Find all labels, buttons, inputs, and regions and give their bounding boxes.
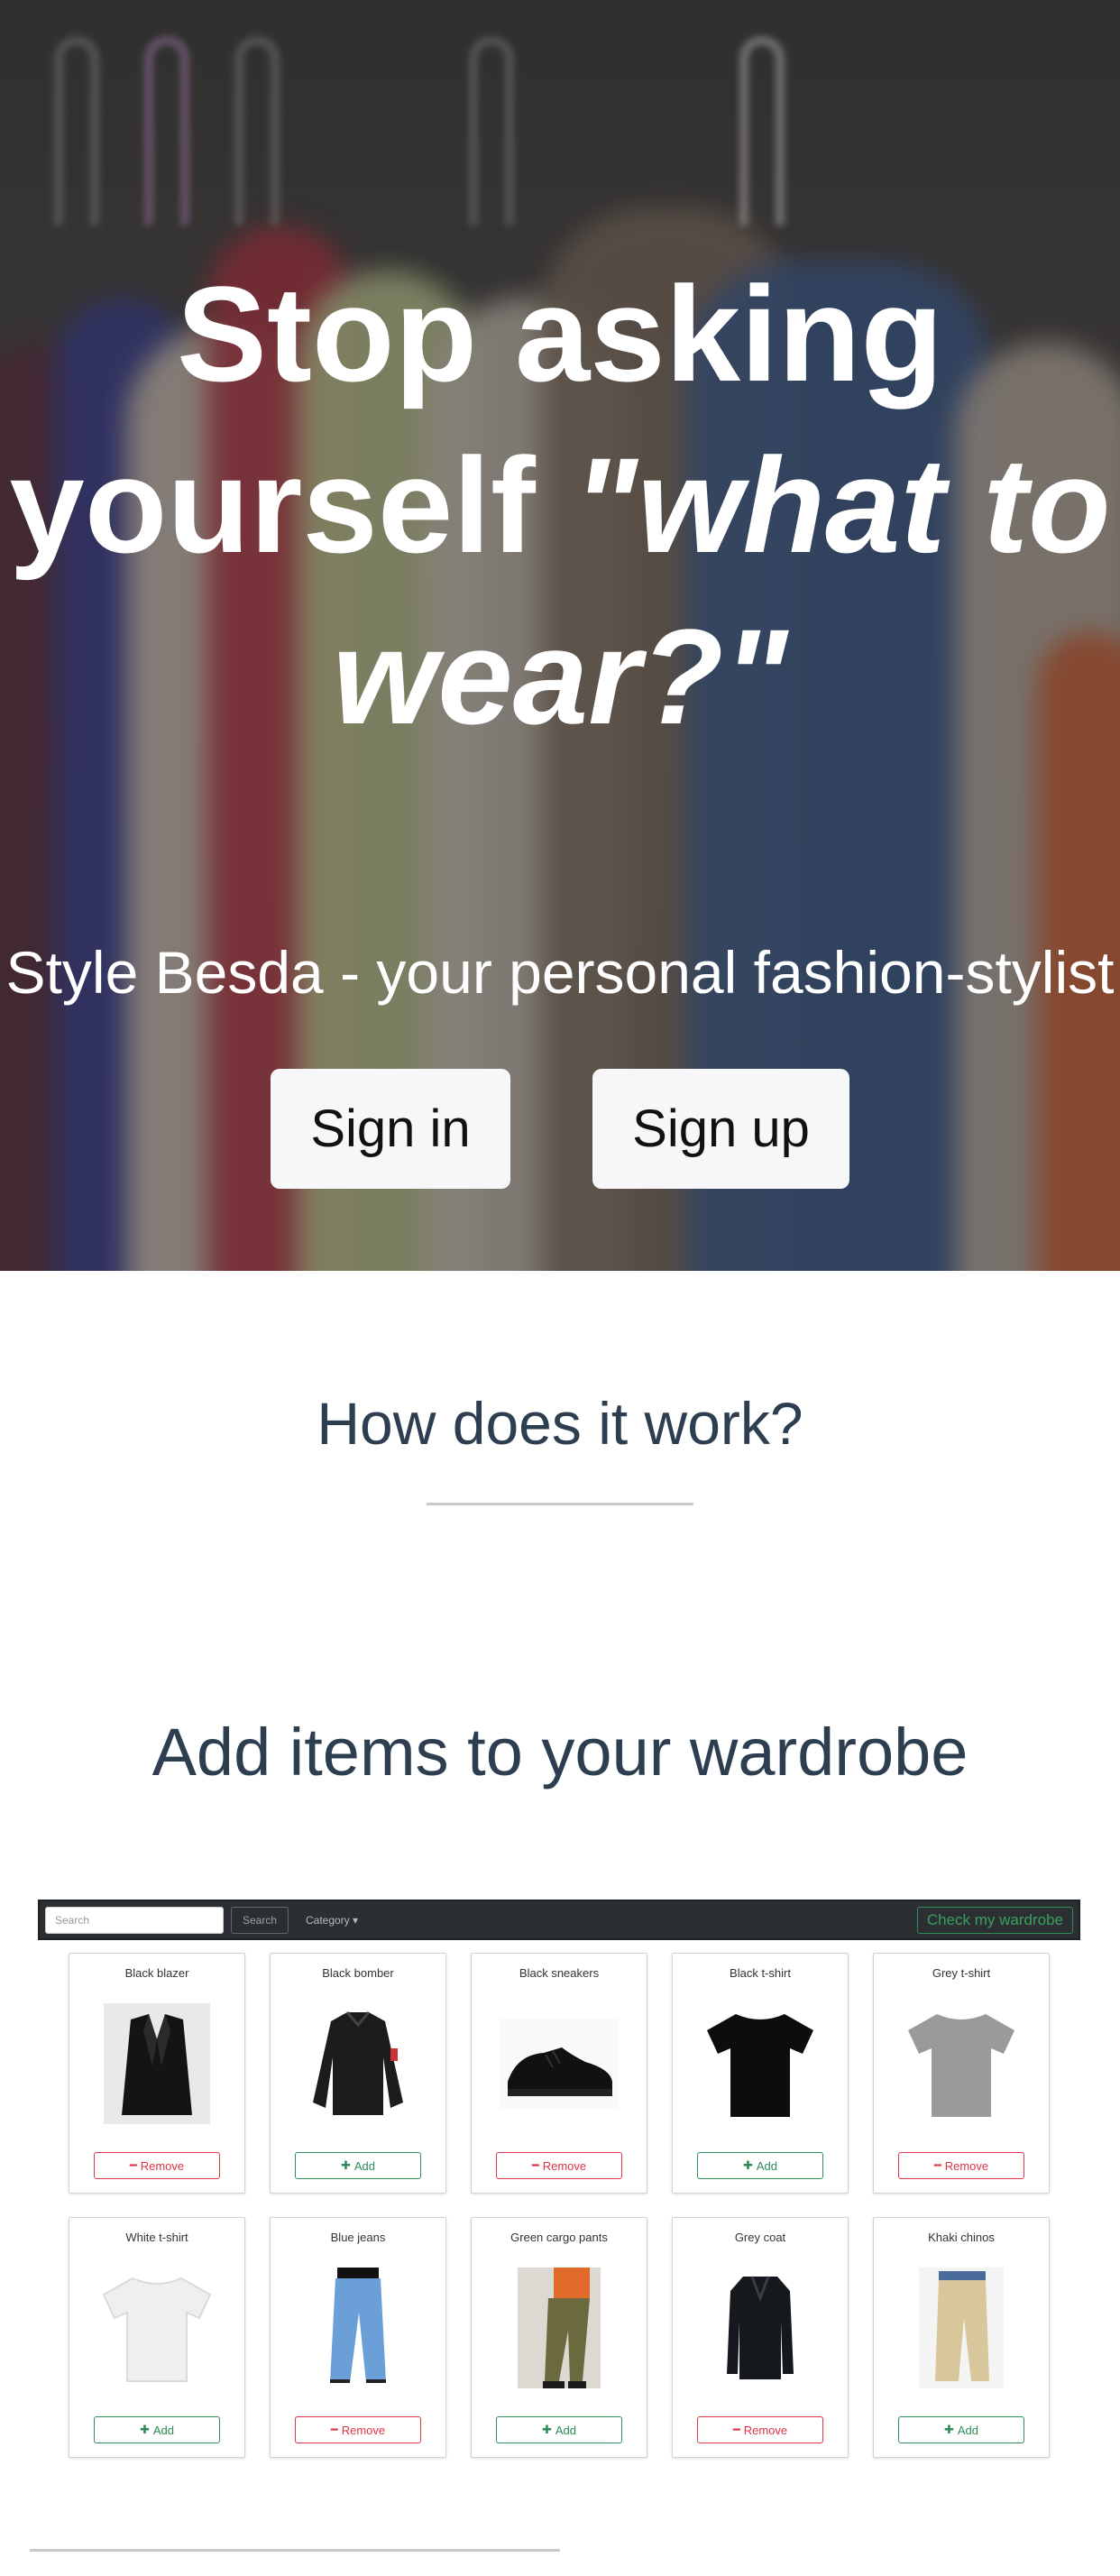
plus-icon: ✚ <box>139 2423 150 2436</box>
item-image <box>700 2268 821 2388</box>
divider <box>427 1503 693 1505</box>
item-card: Grey t-shirt ━ Remove <box>873 1953 1050 2194</box>
item-image <box>96 2003 217 2124</box>
item-name: Black bomber <box>322 1966 394 1980</box>
category-label: Category <box>306 1914 350 1927</box>
plus-icon: ✚ <box>340 2158 351 2172</box>
sign-up-button[interactable]: Sign up <box>592 1069 849 1189</box>
add-button[interactable]: ✚ Add <box>697 2152 823 2179</box>
remove-button[interactable]: ━ Remove <box>496 2152 622 2179</box>
item-image <box>901 2268 1022 2388</box>
item-image <box>700 2003 821 2124</box>
item-card: Khaki chinos ✚ Add <box>873 2217 1050 2458</box>
item-name: Black sneakers <box>519 1966 600 1980</box>
category-dropdown[interactable]: Category ▾ <box>306 1907 358 1934</box>
item-image <box>901 2003 1022 2124</box>
remove-button[interactable]: ━ Remove <box>898 2152 1024 2179</box>
item-image <box>499 2268 620 2388</box>
plus-icon: ✚ <box>541 2423 552 2436</box>
item-card: Black blazer ━ Remove <box>69 1953 245 2194</box>
minus-icon: ━ <box>732 2423 740 2436</box>
item-name: White t-shirt <box>125 2231 188 2244</box>
search-button[interactable]: Search <box>231 1907 289 1934</box>
hero-title: Stop asking yourself "what to wear?" <box>0 248 1120 762</box>
item-name: Grey coat <box>734 2231 786 2244</box>
item-card: Black t-shirt ✚ Add <box>672 1953 849 2194</box>
minus-icon: ━ <box>129 2158 137 2172</box>
item-card: White t-shirt ✚ Add <box>69 2217 245 2458</box>
add-button[interactable]: ✚ Add <box>295 2152 421 2179</box>
remove-button[interactable]: ━ Remove <box>94 2152 220 2179</box>
item-card: Green cargo pants ✚ Add <box>471 2217 647 2458</box>
item-image <box>499 2003 620 2124</box>
minus-icon: ━ <box>933 2158 941 2172</box>
hero-section: Stop asking yourself "what to wear?" Sty… <box>0 0 1120 1271</box>
check-wardrobe-button[interactable]: Check my wardrobe <box>916 1907 1073 1934</box>
item-name: Green cargo pants <box>510 2231 608 2244</box>
item-image <box>298 2268 418 2388</box>
caret-down-icon: ▾ <box>353 1914 359 1927</box>
add-button[interactable]: ✚ Add <box>94 2416 220 2443</box>
item-image <box>298 2003 418 2124</box>
item-name: Black blazer <box>124 1966 189 1980</box>
item-card: Grey coat ━ Remove <box>672 2217 849 2458</box>
plus-icon: ✚ <box>943 2423 954 2436</box>
item-name: Blue jeans <box>330 2231 386 2244</box>
how-it-works-heading: How does it work? <box>317 1390 803 1457</box>
add-items-heading: Add items to your wardrobe <box>151 1715 969 1789</box>
plus-icon: ✚ <box>742 2158 753 2172</box>
remove-button[interactable]: ━ Remove <box>295 2416 421 2443</box>
item-card: Black sneakers ━ Remove <box>471 1953 647 2194</box>
search-input[interactable]: Search <box>45 1907 224 1934</box>
item-name: Khaki chinos <box>928 2231 995 2244</box>
hero-subtitle: Style Besda - your personal fashion-styl… <box>5 939 1115 1006</box>
remove-button[interactable]: ━ Remove <box>697 2416 823 2443</box>
item-image <box>96 2268 217 2388</box>
minus-icon: ━ <box>531 2158 539 2172</box>
wardrobe-navbar: Search Search Category ▾ Check my wardro… <box>38 1900 1080 1940</box>
item-name: Grey t-shirt <box>932 1966 991 1980</box>
divider <box>30 2549 560 2552</box>
item-card: Blue jeans ━ Remove <box>270 2217 446 2458</box>
add-button[interactable]: ✚ Add <box>496 2416 622 2443</box>
add-button[interactable]: ✚ Add <box>898 2416 1024 2443</box>
item-card: Black bomber ✚ Add <box>270 1953 446 2194</box>
item-name: Black t-shirt <box>730 1966 791 1980</box>
sign-in-button[interactable]: Sign in <box>271 1069 510 1189</box>
minus-icon: ━ <box>330 2423 338 2436</box>
